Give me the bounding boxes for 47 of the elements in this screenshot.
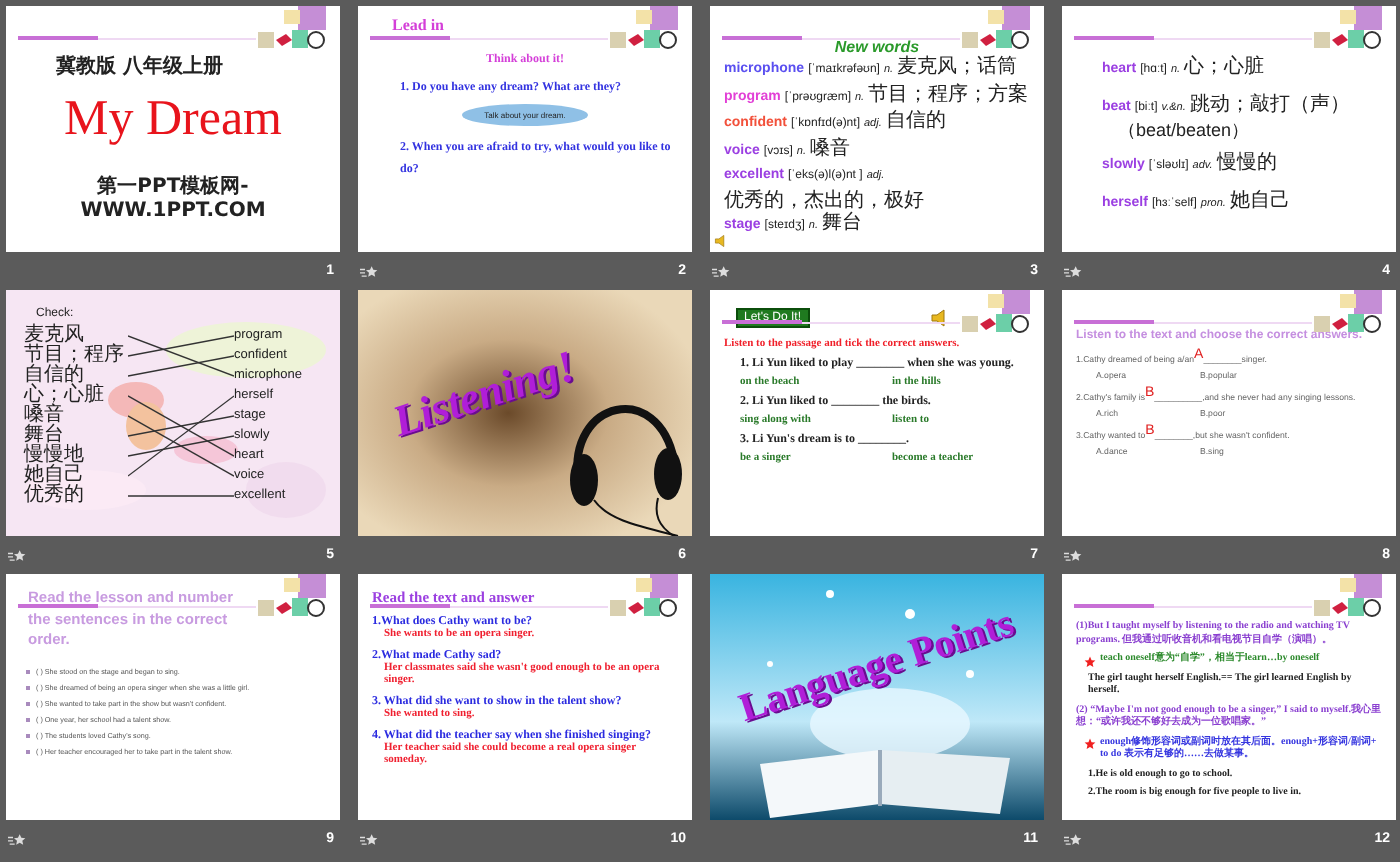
animation-icon[interactable] xyxy=(712,263,732,279)
speaker-icon[interactable] xyxy=(930,308,950,328)
animation-icon[interactable] xyxy=(1064,263,1084,279)
animation-icon[interactable] xyxy=(8,831,28,847)
slide-heading: New words xyxy=(832,38,920,56)
meaning-text: 优秀的，杰出的，极好 xyxy=(724,189,924,211)
chinese-term: 优秀的 xyxy=(24,486,86,506)
answer-mark: B xyxy=(1145,386,1155,400)
animation-icon[interactable] xyxy=(1064,831,1084,847)
meaning-text: 嗓音 xyxy=(809,137,850,160)
chinese-term: 麦克风 xyxy=(24,326,84,346)
chinese-term: 慢慢地 xyxy=(24,446,86,466)
chinese-term: 嗓音 xyxy=(24,406,66,426)
meaning-text: 慢慢的 xyxy=(1216,152,1277,175)
footer-text: 第一PPT模板网-WWW.1PPT.COM xyxy=(78,173,268,222)
speaker-icon[interactable] xyxy=(714,234,728,248)
slide-thumbnail[interactable] xyxy=(1062,290,1396,536)
meaning-text: 自信的 xyxy=(885,110,946,133)
slide-thumbnail[interactable] xyxy=(1062,574,1396,820)
slide-title: My Dream xyxy=(62,92,284,148)
slide-title: Language Points xyxy=(734,601,1020,733)
star-icon xyxy=(1084,655,1096,667)
chinese-term: 她自己 xyxy=(24,466,86,486)
slide-thumbnail[interactable] xyxy=(358,574,692,820)
answer-mark: B xyxy=(1145,424,1155,438)
meaning-text: 跳动；敲打（声） xyxy=(1189,93,1350,116)
chinese-term: 自信的 xyxy=(24,366,84,386)
slide-thumbnail[interactable]: 冀教版 八年级上册 My Dream 第一PPT模板网-WWW.1PPT.COM xyxy=(6,6,340,252)
slide-thumbnail[interactable] xyxy=(710,290,1044,536)
form-note: （beat/beaten） xyxy=(1116,120,1252,142)
chinese-term: 舞台 xyxy=(24,426,64,446)
animation-icon[interactable] xyxy=(1064,547,1084,563)
slide-thumbnail[interactable] xyxy=(6,574,340,820)
meaning-text: 她自己 xyxy=(1229,189,1290,212)
meaning-text: 心；心脏 xyxy=(1184,56,1265,79)
slide-heading: Lead in xyxy=(392,16,447,34)
meaning-text: 节目；程序；方案 xyxy=(868,83,1029,106)
animation-icon[interactable] xyxy=(360,263,380,279)
subtitle: 冀教版 八年级上册 xyxy=(56,53,225,80)
meaning-text: 舞台 xyxy=(821,212,862,235)
animation-icon[interactable] xyxy=(360,831,380,847)
animation-icon[interactable] xyxy=(8,547,28,563)
chinese-term: 心；心脏 xyxy=(24,386,106,406)
answer-mark: A xyxy=(1194,348,1204,362)
star-icon xyxy=(1084,738,1096,750)
chinese-term: 节目；程序 xyxy=(24,346,126,366)
meaning-text: 麦克风；话筒 xyxy=(897,56,1018,79)
